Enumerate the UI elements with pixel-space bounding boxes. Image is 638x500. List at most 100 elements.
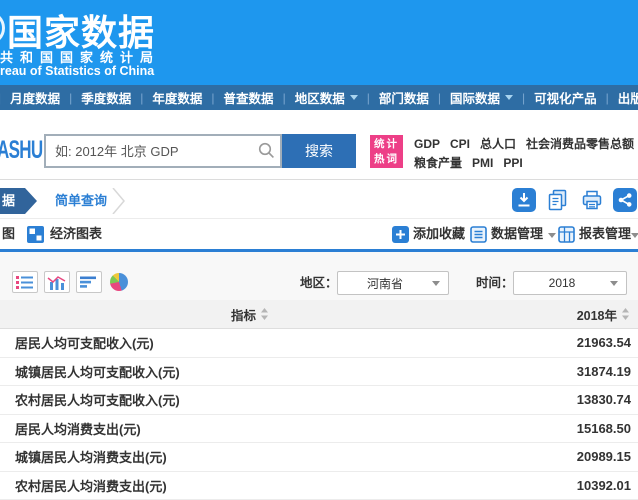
hot-words-line2: 粮食产量 PMI PPI	[414, 154, 638, 173]
nav-item[interactable]: | 出版物	[597, 88, 638, 107]
list-view-icon	[15, 275, 35, 289]
nav-item[interactable]: | 季度数据	[60, 88, 131, 107]
row-indicator: 城镇居民人均可支配收入(元)	[0, 362, 500, 381]
plus-icon	[392, 226, 409, 243]
nav-separator: |	[0, 91, 1, 105]
report-manage-button[interactable]: 报表管理	[579, 219, 631, 249]
nav-separator: |	[283, 91, 286, 105]
region-select[interactable]: 河南省	[337, 271, 449, 295]
table-body: 居民人均可支配收入(元) 21963.54 城镇居民人均可支配收入(元) 318…	[0, 329, 638, 500]
year-header-label: 2018年	[577, 305, 617, 324]
nav-separator: |	[438, 91, 441, 105]
hot-word-link[interactable]: 粮食产量	[414, 154, 462, 173]
print-button[interactable]	[580, 188, 604, 212]
nav-separator: |	[367, 91, 370, 105]
nav-item-label: 地区数据	[295, 88, 345, 107]
download-button[interactable]	[512, 188, 536, 212]
nav-item-label: 可视化产品	[534, 88, 597, 107]
nav-separator: |	[606, 91, 609, 105]
data-table: 指标 2018年 居民人均可支配收入(元) 21963.54	[0, 300, 638, 500]
grid-icon	[27, 226, 44, 243]
row-value: 15168.50	[500, 421, 638, 436]
row-value: 13830.74	[500, 392, 638, 407]
pie-chart-view-button[interactable]	[110, 273, 128, 291]
national-emblem-icon	[0, 11, 5, 45]
table-row: 城镇居民人均可支配收入(元) 31874.19	[0, 358, 638, 387]
row-value: 20989.15	[500, 449, 638, 464]
breadcrumb-bar: 据 简单查询	[0, 180, 638, 219]
chevron-down-icon	[505, 95, 513, 100]
nav-item[interactable]: | 年度数据	[131, 88, 202, 107]
hot-word-link[interactable]: 社会消费品零售总额	[526, 135, 634, 154]
nav-item[interactable]: | 普查数据	[202, 88, 273, 107]
hot-word-link[interactable]: CPI	[450, 135, 470, 154]
list-view-button[interactable]	[12, 271, 38, 293]
row-value: 21963.54	[500, 335, 638, 350]
nav-item[interactable]: | 可视化产品	[513, 88, 597, 107]
table-row: 农村居民人均消费支出(元) 10392.01	[0, 472, 638, 500]
nav-separator: |	[211, 91, 214, 105]
nav-item[interactable]: | 部门数据	[358, 88, 429, 107]
hot-badge-line1: 统计	[370, 137, 403, 152]
time-label: 时间：	[476, 271, 514, 295]
hbar-chart-view-button[interactable]	[76, 271, 102, 293]
data-manage-button[interactable]: 数据管理	[491, 219, 543, 249]
caret-down-icon	[610, 281, 618, 286]
sort-icon	[621, 308, 630, 320]
nav-separator: |	[522, 91, 525, 105]
main-nav-list: | 月度数据 | 季度数据 | 年度数据 |	[0, 85, 638, 110]
search-input[interactable]	[44, 134, 282, 168]
report-table-icon	[558, 226, 575, 243]
header-bar: 国家数据 共和国国家统计局 reau of Statistics of Chin…	[0, 0, 638, 85]
nav-item-label: 普查数据	[224, 88, 274, 107]
search-button[interactable]: 搜索	[282, 134, 356, 168]
share-button[interactable]	[613, 188, 637, 212]
time-select[interactable]: 2018	[513, 271, 627, 295]
nav-item-label: 月度数据	[10, 88, 60, 107]
chevron-down-icon	[350, 95, 358, 100]
row-value: 10392.01	[500, 478, 638, 493]
nav-separator: |	[140, 91, 143, 105]
table-header: 指标 2018年	[0, 300, 638, 329]
nav-item-label: 国际数据	[450, 88, 500, 107]
table-row: 农村居民人均可支配收入(元) 13830.74	[0, 386, 638, 415]
hot-word-link[interactable]: PPI	[503, 154, 522, 173]
row-indicator: 农村居民人均可支配收入(元)	[0, 390, 500, 409]
partial-map-tab[interactable]: 图	[2, 219, 15, 249]
hot-word-link[interactable]: GDP	[414, 135, 440, 154]
row-indicator: 农村居民人均消费支出(元)	[0, 476, 500, 495]
nav-item[interactable]: | 国际数据	[429, 88, 513, 107]
hot-word-link[interactable]: 总人口	[480, 135, 516, 154]
bar-chart-icon	[47, 275, 67, 290]
add-favorite-button[interactable]: 添加收藏	[413, 219, 465, 249]
breadcrumb-current[interactable]: 简单查询	[55, 188, 107, 214]
economic-charts-tab[interactable]: 经济图表	[50, 219, 102, 249]
bar-chart-view-button[interactable]	[44, 271, 70, 293]
year-column-header[interactable]: 2018年	[500, 305, 638, 324]
sort-icon	[260, 308, 269, 320]
region-value: 河南省	[338, 275, 432, 292]
hot-badge-line2: 热词	[370, 152, 403, 167]
table-row: 城镇居民人均消费支出(元) 20989.15	[0, 443, 638, 472]
table-row: 居民人均消费支出(元) 15168.50	[0, 415, 638, 444]
caret-down-icon	[548, 233, 556, 238]
nav-item[interactable]: | 月度数据	[0, 88, 60, 107]
nav-item-label: 季度数据	[81, 88, 131, 107]
row-value: 31874.19	[500, 364, 638, 379]
table-row: 居民人均可支配收入(元) 21963.54	[0, 329, 638, 358]
hbar-chart-icon	[79, 275, 99, 289]
hot-words-badge: 统计 热词	[370, 135, 403, 168]
nav-separator: |	[69, 91, 72, 105]
active-data-tab[interactable]: 据	[0, 188, 37, 214]
search-bar: ASHU 搜索 统计 热词 GDPCPI总人口社会消费品零售总额 粮食产量PMI…	[0, 110, 638, 180]
copy-button[interactable]	[546, 188, 570, 212]
breadcrumb-chevron-icon	[112, 188, 126, 214]
hot-words: GDP CPI 总人口社会消费品零售总额 粮食产量 PMI PPI	[414, 135, 638, 173]
row-indicator: 居民人均消费支出(元)	[0, 419, 500, 438]
row-indicator: 城镇居民人均消费支出(元)	[0, 447, 500, 466]
indicator-column-header[interactable]: 指标	[0, 305, 500, 324]
nav-item[interactable]: | 地区数据	[274, 88, 358, 107]
view-toolbar: 图 经济图表 添加收藏 数据管理 报表管理	[0, 219, 638, 252]
hot-word-link[interactable]: PMI	[472, 154, 493, 173]
region-label: 地区：	[300, 271, 338, 295]
